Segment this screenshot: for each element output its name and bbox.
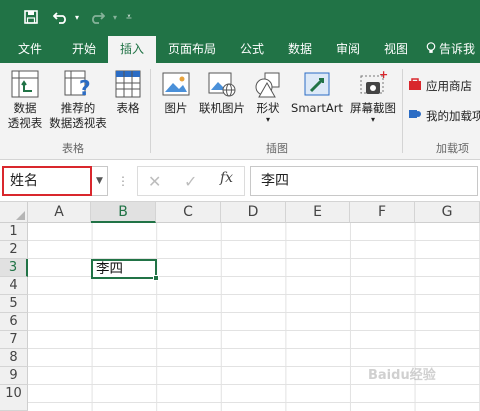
pictures-label: 图片: [164, 101, 188, 115]
redo-icon[interactable]: [86, 7, 108, 27]
tab-home[interactable]: 开始: [60, 36, 108, 63]
column-header-b[interactable]: B: [91, 202, 156, 223]
recommended-pivot-button[interactable]: ? 推荐的 数据透视表: [48, 69, 108, 131]
shapes-label: 形状: [256, 101, 280, 115]
fill-handle[interactable]: [153, 275, 159, 281]
screenshot-dropdown-icon: ▾: [370, 115, 375, 124]
lightbulb-icon: [426, 36, 436, 63]
smartart-button[interactable]: SmartArt: [288, 69, 346, 116]
watermark: Baidu经验: [368, 368, 436, 383]
table-label: 表格: [116, 101, 140, 115]
ribbon: 数据 透视表 ? 推荐的 数据透视表 表格 表格 图片 联机图片 形状 ▾ Sm…: [0, 63, 480, 160]
online-picture-icon: [208, 72, 236, 97]
row-header-7[interactable]: 7: [0, 331, 28, 349]
row-header-10[interactable]: 10: [0, 385, 28, 411]
column-header-d[interactable]: D: [221, 202, 286, 223]
row-header-9[interactable]: 9: [0, 367, 28, 385]
svg-text:?: ?: [79, 76, 91, 99]
shapes-button[interactable]: 形状 ▾: [250, 69, 286, 124]
illustrations-group-label: 插图: [266, 142, 288, 155]
svg-text:+: +: [379, 69, 388, 81]
row-header-3[interactable]: 3: [0, 259, 28, 277]
select-all-icon: [16, 211, 25, 220]
enter-icon[interactable]: ✓: [184, 172, 197, 191]
my-addins-label: 我的加载项: [426, 108, 480, 123]
title-bar: ▾ ▾ ⩡: [0, 0, 480, 36]
table-button[interactable]: 表格: [110, 69, 146, 116]
row-header-2[interactable]: 2: [0, 241, 28, 259]
online-pictures-label: 联机图片: [199, 101, 245, 115]
recommended-pivot-label-2: 数据透视表: [49, 116, 107, 130]
column-header-e[interactable]: E: [286, 202, 350, 223]
save-icon[interactable]: [20, 7, 42, 27]
cancel-icon[interactable]: ✕: [148, 172, 161, 191]
formula-bar: 姓名 ▼ ⋮ ✕ ✓ fx 李四: [0, 160, 480, 202]
recommended-pivot-icon: ?: [64, 70, 91, 99]
store-icon: [408, 77, 422, 94]
tab-insert[interactable]: 插入: [108, 36, 156, 63]
screenshot-button[interactable]: + 屏幕截图 ▾: [346, 69, 400, 124]
column-header-c[interactable]: C: [156, 202, 221, 223]
row-header-1[interactable]: 1: [0, 223, 28, 241]
tab-data[interactable]: 数据: [278, 36, 322, 63]
picture-icon: [162, 72, 190, 96]
customize-icon[interactable]: ⩡: [122, 7, 136, 27]
pivot-table-button[interactable]: 数据 透视表: [4, 69, 46, 131]
ribbon-tabs: 文件 开始 插入 页面布局 公式 数据 审阅 视图 告诉我: [0, 36, 480, 63]
tell-me-label: 告诉我: [439, 42, 476, 56]
screenshot-label: 屏幕截图: [350, 101, 396, 115]
pivot-table-label-2: 透视表: [7, 116, 43, 130]
store-button[interactable]: 应用商店: [408, 77, 472, 94]
row-header-6[interactable]: 6: [0, 313, 28, 331]
pivot-table-label-1: 数据: [13, 101, 37, 115]
redo-dropdown-icon[interactable]: ▾: [110, 7, 120, 27]
name-box[interactable]: 姓名: [2, 166, 92, 196]
table-icon: [115, 70, 141, 98]
tab-file[interactable]: 文件: [6, 36, 54, 63]
online-pictures-button[interactable]: 联机图片: [196, 69, 248, 116]
row-header-4[interactable]: 4: [0, 277, 28, 295]
select-all-button[interactable]: [0, 202, 28, 223]
tab-review[interactable]: 审阅: [326, 36, 370, 63]
row-header-5[interactable]: 5: [0, 295, 28, 313]
recommended-pivot-label-1: 推荐的: [60, 101, 96, 115]
column-header-f[interactable]: F: [350, 202, 415, 223]
active-cell-b3[interactable]: 李四: [91, 259, 159, 281]
column-header-g[interactable]: G: [415, 202, 480, 223]
my-addins-button[interactable]: 我的加载项: [408, 107, 480, 124]
cell-b3-value: 李四: [96, 261, 123, 277]
tab-page-layout[interactable]: 页面布局: [160, 36, 224, 63]
screenshot-icon: +: [360, 69, 388, 94]
tab-view[interactable]: 视图: [374, 36, 418, 63]
column-header-a[interactable]: A: [28, 202, 91, 223]
smartart-label: SmartArt: [291, 101, 343, 115]
my-addins-icon: [408, 107, 422, 124]
group-separator: [150, 69, 151, 153]
undo-dropdown-icon[interactable]: ▾: [72, 7, 82, 27]
undo-icon[interactable]: [50, 7, 72, 27]
row-header-8[interactable]: 8: [0, 349, 28, 367]
insert-function-icon[interactable]: fx: [220, 170, 233, 186]
pivot-table-icon: [11, 70, 39, 98]
name-box-dropdown-icon[interactable]: ▼: [92, 166, 108, 196]
group-separator: [402, 69, 403, 153]
pictures-button[interactable]: 图片: [156, 69, 196, 116]
store-label: 应用商店: [426, 78, 472, 93]
tell-me[interactable]: 告诉我: [426, 36, 480, 63]
shapes-dropdown-icon: ▾: [265, 115, 270, 124]
shapes-icon: [255, 72, 280, 98]
formula-input[interactable]: 李四: [250, 166, 478, 196]
tables-group-label: 表格: [62, 142, 84, 155]
tab-formulas[interactable]: 公式: [230, 36, 274, 63]
formula-bar-resize-handle[interactable]: ⋮: [117, 174, 129, 188]
smartart-icon: [304, 72, 330, 96]
addins-group-label: 加载项: [436, 142, 469, 155]
